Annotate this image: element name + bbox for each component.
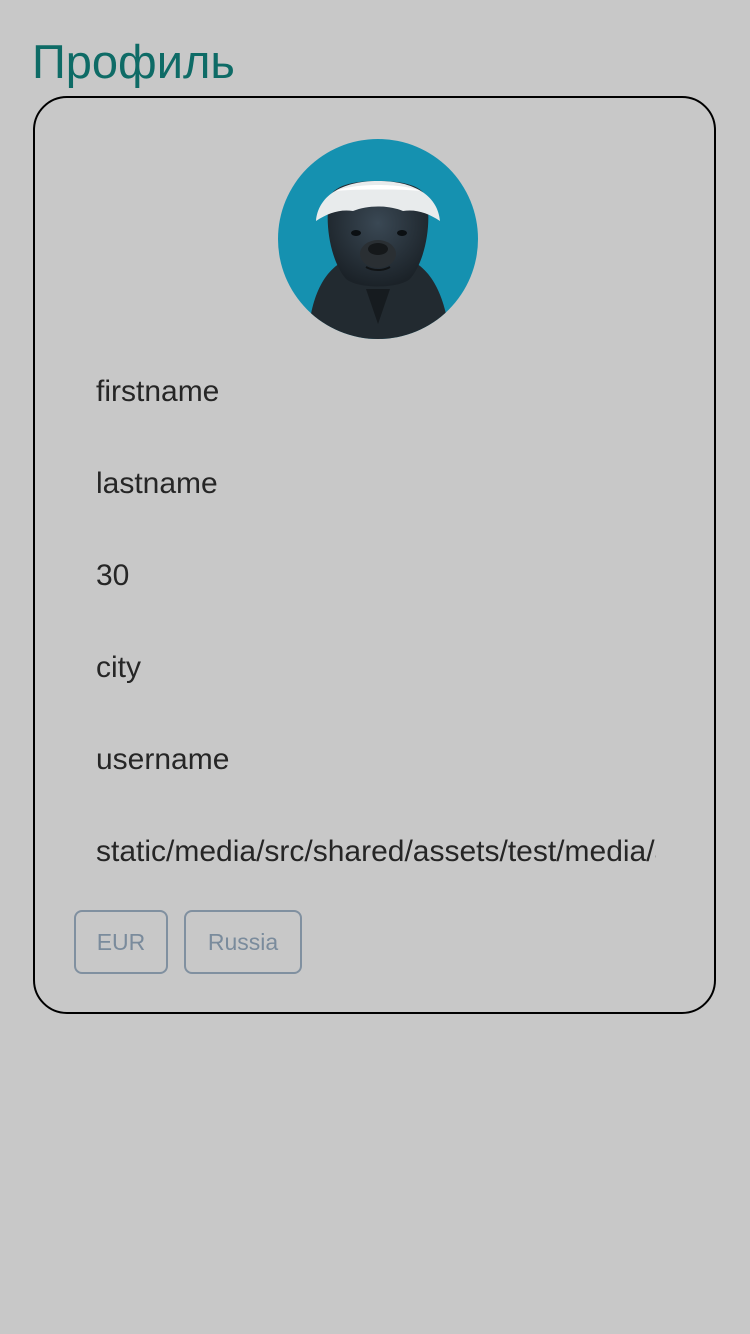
city-field[interactable] bbox=[96, 646, 656, 690]
country-select[interactable]: Russia bbox=[184, 910, 302, 974]
lastname-field[interactable] bbox=[96, 462, 656, 506]
firstname-field[interactable] bbox=[96, 370, 656, 414]
currency-select[interactable]: EUR bbox=[74, 910, 168, 974]
avatar-path-field[interactable] bbox=[96, 830, 656, 874]
page-title: Профиль bbox=[32, 35, 235, 88]
age-field[interactable] bbox=[96, 554, 656, 598]
honey-badger-avatar-icon bbox=[308, 181, 450, 339]
profile-card: EUR Russia bbox=[33, 96, 716, 1014]
avatar bbox=[278, 139, 478, 339]
username-field[interactable] bbox=[96, 738, 656, 782]
